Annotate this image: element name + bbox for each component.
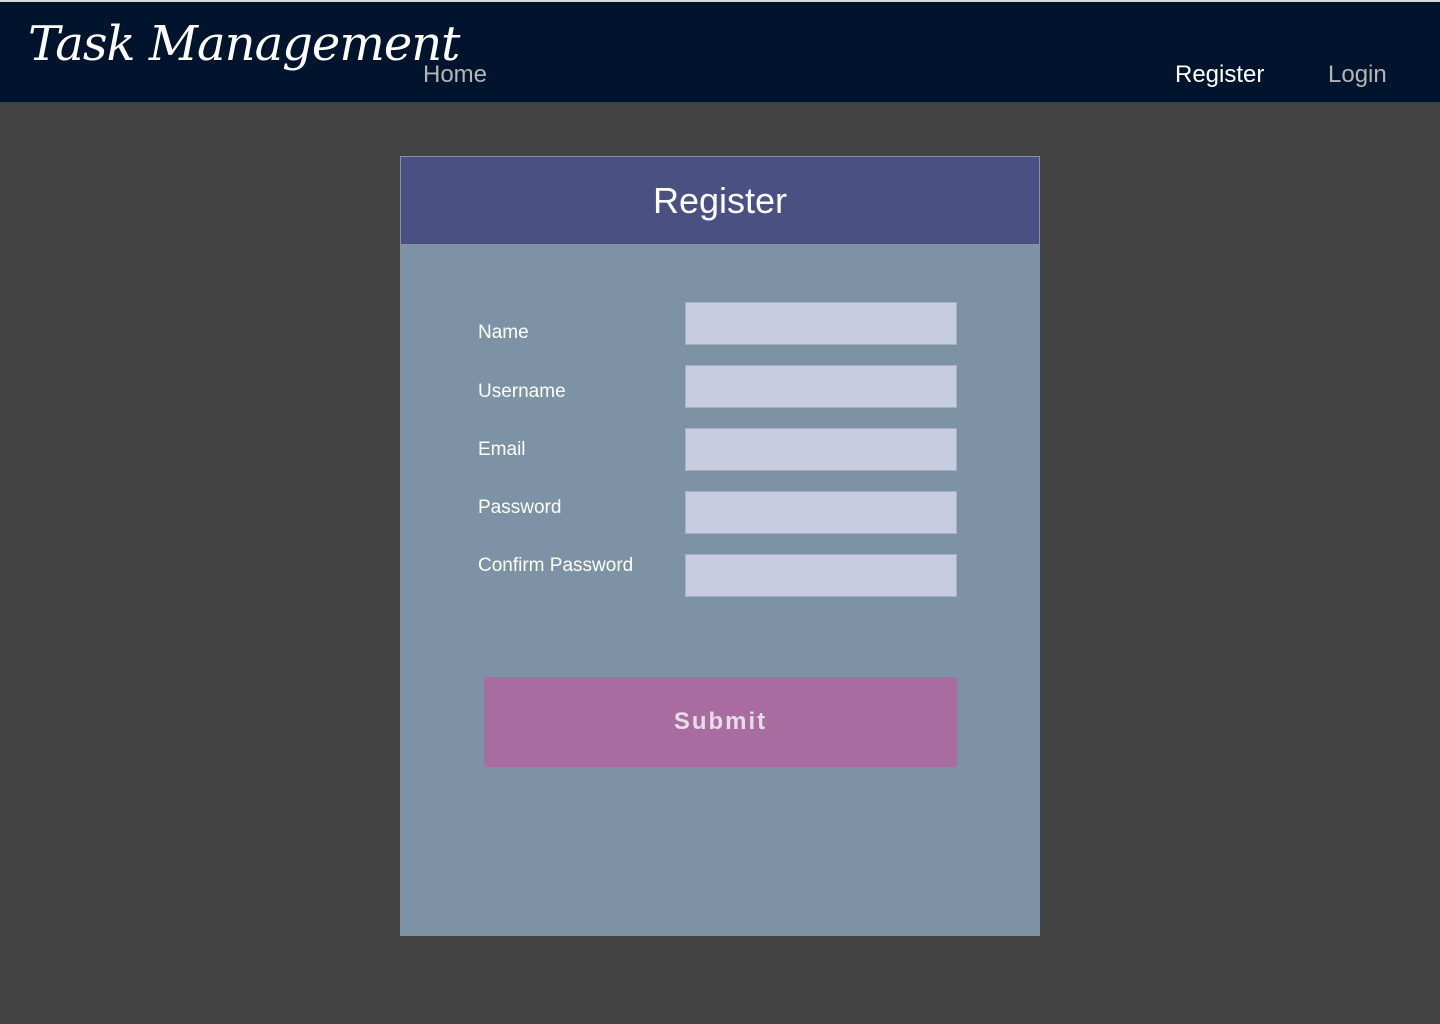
nav-link-register[interactable]: Register	[1175, 60, 1264, 90]
name-field[interactable]	[685, 302, 957, 345]
register-card-header: Register	[400, 156, 1040, 245]
name-label: Name	[478, 322, 529, 343]
username-label: Username	[478, 381, 566, 402]
brand-logo-text[interactable]: Task Management	[28, 18, 460, 71]
register-title: Register	[652, 179, 788, 221]
submit-button[interactable]: Submit	[484, 677, 957, 767]
nav-link-login[interactable]: Login	[1328, 60, 1387, 90]
email-field[interactable]	[685, 428, 957, 471]
username-field[interactable]	[685, 365, 957, 408]
top-navbar: Task Management Home Register Login	[0, 0, 1440, 102]
password-label: Password	[478, 497, 562, 518]
nav-link-home[interactable]: Home	[423, 60, 487, 90]
confirm-password-field[interactable]	[685, 554, 957, 597]
confirm-password-label: Confirm Password	[478, 555, 634, 576]
email-label: Email	[478, 439, 526, 460]
password-field[interactable]	[685, 491, 957, 534]
register-card: Register Name Username Email Password Co…	[400, 156, 1040, 936]
